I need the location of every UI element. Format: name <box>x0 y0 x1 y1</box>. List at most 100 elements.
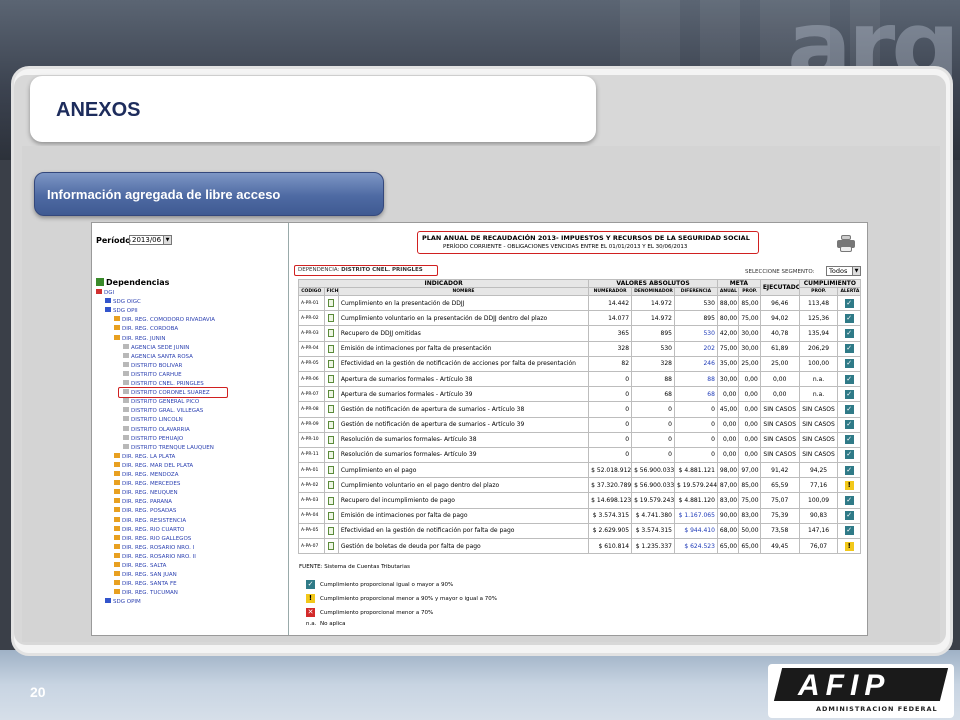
row-ficha-icon[interactable] <box>323 462 339 479</box>
periodo-label: Período <box>96 236 131 245</box>
row-ejecutado: 91,42 <box>759 462 800 479</box>
row-diferencia: 895 <box>673 310 718 327</box>
tree-node-label: AGENCIA SEDE JUNIN <box>131 344 190 351</box>
tree-node[interactable]: DIR. REG. JUNIN <box>114 334 166 344</box>
document-icon[interactable] <box>328 329 335 338</box>
row-ficha-icon[interactable] <box>323 477 339 494</box>
tree-node[interactable]: DIR. REG. ROSARIO NRO. II <box>114 552 196 562</box>
row-diferencia: 0 <box>673 446 718 464</box>
chevron-down-icon[interactable]: ▼ <box>163 236 171 244</box>
tree-node[interactable]: DISTRITO CARHUE <box>123 370 182 380</box>
section-subtitle: Información agregada de libre acceso <box>47 187 281 202</box>
tree-node[interactable]: DISTRITO GENERAL PICO <box>123 398 199 407</box>
chevron-down-icon[interactable]: ▼ <box>852 267 860 275</box>
tree-node[interactable]: DIR. REG. POSADAS <box>114 507 176 516</box>
row-ficha-icon[interactable] <box>323 370 339 388</box>
row-name: Gestión de notificación de apertura de s… <box>337 401 590 418</box>
row-ficha-icon[interactable] <box>323 401 339 418</box>
document-icon[interactable] <box>328 375 335 384</box>
row-ficha-icon[interactable] <box>323 446 339 464</box>
row-anual: 65,00 <box>716 537 740 555</box>
tree-node[interactable]: DIR. REG. RESISTENCIA <box>114 516 186 526</box>
document-icon[interactable] <box>328 542 335 551</box>
tree-node-label: DISTRITO BOLIVAR <box>131 362 183 369</box>
folder-icon <box>114 489 120 495</box>
tree-node[interactable]: DIR. REG. LA PLATA <box>114 452 175 462</box>
document-icon[interactable] <box>328 390 335 399</box>
tree-node[interactable]: DISTRITO LINCOLN <box>123 416 183 425</box>
tree-node[interactable]: DIR. REG. CORDOBA <box>114 325 178 334</box>
row-ficha-icon[interactable] <box>323 294 339 312</box>
tree-node-label: DIR. REG. POSADAS <box>122 508 177 515</box>
tree-node[interactable]: DISTRITO BOLIVAR <box>123 361 183 371</box>
table-body: A-PR-01 Cumplimiento en la presentación d… <box>298 294 861 555</box>
dependencias-title: Dependencias <box>96 278 169 287</box>
tree-node[interactable]: SDG OPII <box>105 307 138 316</box>
row-ficha-icon[interactable] <box>323 340 339 357</box>
folder-icon <box>114 507 120 513</box>
row-diferencia: 202 <box>673 340 718 357</box>
tree-node[interactable]: SDG OPIM <box>105 598 141 607</box>
col-nombre: NOMBRE <box>337 287 590 296</box>
row-ficha-icon[interactable] <box>323 325 339 342</box>
tree-node[interactable]: DIR. REG. COMODORO RIVADAVIA <box>114 316 215 325</box>
tree-node[interactable]: DIR. REG. SAN JUAN <box>114 571 177 580</box>
document-icon[interactable] <box>328 450 335 459</box>
folder-icon <box>123 370 129 376</box>
report-period: PERÍODO CORRIENTE - OBLIGACIONES VENCIDA… <box>443 244 688 250</box>
document-icon[interactable] <box>328 299 335 308</box>
document-icon[interactable] <box>328 466 335 475</box>
tree-node[interactable]: DIR. REG. NEUQUEN <box>114 489 178 498</box>
segmento-select[interactable]: Todos ▼ <box>826 266 861 276</box>
document-icon[interactable] <box>328 481 335 490</box>
tree-node[interactable]: DGI <box>96 289 114 298</box>
table-row: A-PA-01 Cumplimiento en el pago $ 52.018.9… <box>298 462 861 479</box>
tree-node[interactable]: DIR. REG. MENDOZA <box>114 471 178 480</box>
row-numerador: $ 3.574.315 <box>588 507 633 524</box>
periodo-select[interactable]: 2013/06 ▼ <box>129 235 172 245</box>
row-code: A-PA-01 <box>298 462 325 479</box>
tree-node[interactable]: DIR. REG. SANTA FE <box>114 580 177 589</box>
row-cumpl-prop: 94,25 <box>798 462 839 479</box>
document-icon[interactable] <box>328 435 335 444</box>
row-ficha-icon[interactable] <box>323 355 339 372</box>
tree-node[interactable]: DIR. REG. SALTA <box>114 562 166 571</box>
document-icon[interactable] <box>328 405 335 414</box>
tree-node[interactable]: DISTRITO GRAL. VILLEGAS <box>123 407 203 416</box>
tree-node[interactable]: DISTRITO OLAVARRIA <box>123 425 190 435</box>
tree-node[interactable]: SDG OIGC <box>105 298 141 307</box>
dependencia-label: DEPENDENCIA: <box>298 267 340 273</box>
row-ficha-icon[interactable] <box>323 537 339 555</box>
tree-node[interactable]: AGENCIA SANTA ROSA <box>123 352 193 362</box>
row-ficha-icon[interactable] <box>323 310 339 327</box>
tree-node[interactable]: DIR. REG. RIO CUARTO <box>114 525 184 535</box>
row-ficha-icon[interactable] <box>323 507 339 524</box>
tree-node[interactable]: DIR. REG. MAR DEL PLATA <box>114 461 193 471</box>
document-icon[interactable] <box>328 344 335 353</box>
document-icon[interactable] <box>328 314 335 323</box>
row-ficha-icon[interactable] <box>323 416 339 433</box>
folder-icon <box>114 334 120 340</box>
document-icon[interactable] <box>328 420 335 429</box>
row-ficha-icon[interactable] <box>323 522 339 540</box>
document-icon[interactable] <box>328 496 335 505</box>
row-ficha-icon[interactable] <box>323 431 339 448</box>
document-icon[interactable] <box>328 359 335 368</box>
tree-node[interactable]: DIR. REG. PARANA <box>114 498 172 507</box>
tree-node[interactable]: DIR. REG. ROSARIO NRO. I <box>114 543 194 553</box>
table-row: A-PR-03 Recupero de DDJJ omitidas 365 895 53… <box>298 325 861 342</box>
tree-node[interactable]: DISTRITO TRENQUE LAUQUEN <box>123 443 214 453</box>
row-ficha-icon[interactable] <box>323 386 339 403</box>
row-ficha-icon[interactable] <box>323 492 339 509</box>
document-icon[interactable] <box>328 511 335 520</box>
document-icon[interactable] <box>328 526 335 535</box>
row-name: Apertura de sumarios formales - Artículo… <box>337 370 590 388</box>
tree-node[interactable]: DIR. REG. TUCUMAN <box>114 589 178 598</box>
printer-icon[interactable] <box>836 235 856 253</box>
tree-node[interactable]: AGENCIA SEDE JUNIN <box>123 343 190 353</box>
tree-node[interactable]: DISTRITO PEHUAJO <box>123 434 183 444</box>
row-diferencia: $ 4.881.120 <box>673 492 718 509</box>
tree-node[interactable]: DIR. REG. MERCEDES <box>114 480 180 489</box>
tree-node[interactable]: DIR. REG. RIO GALLEGOS <box>114 534 191 544</box>
row-ejecutado: 73,58 <box>759 522 800 540</box>
